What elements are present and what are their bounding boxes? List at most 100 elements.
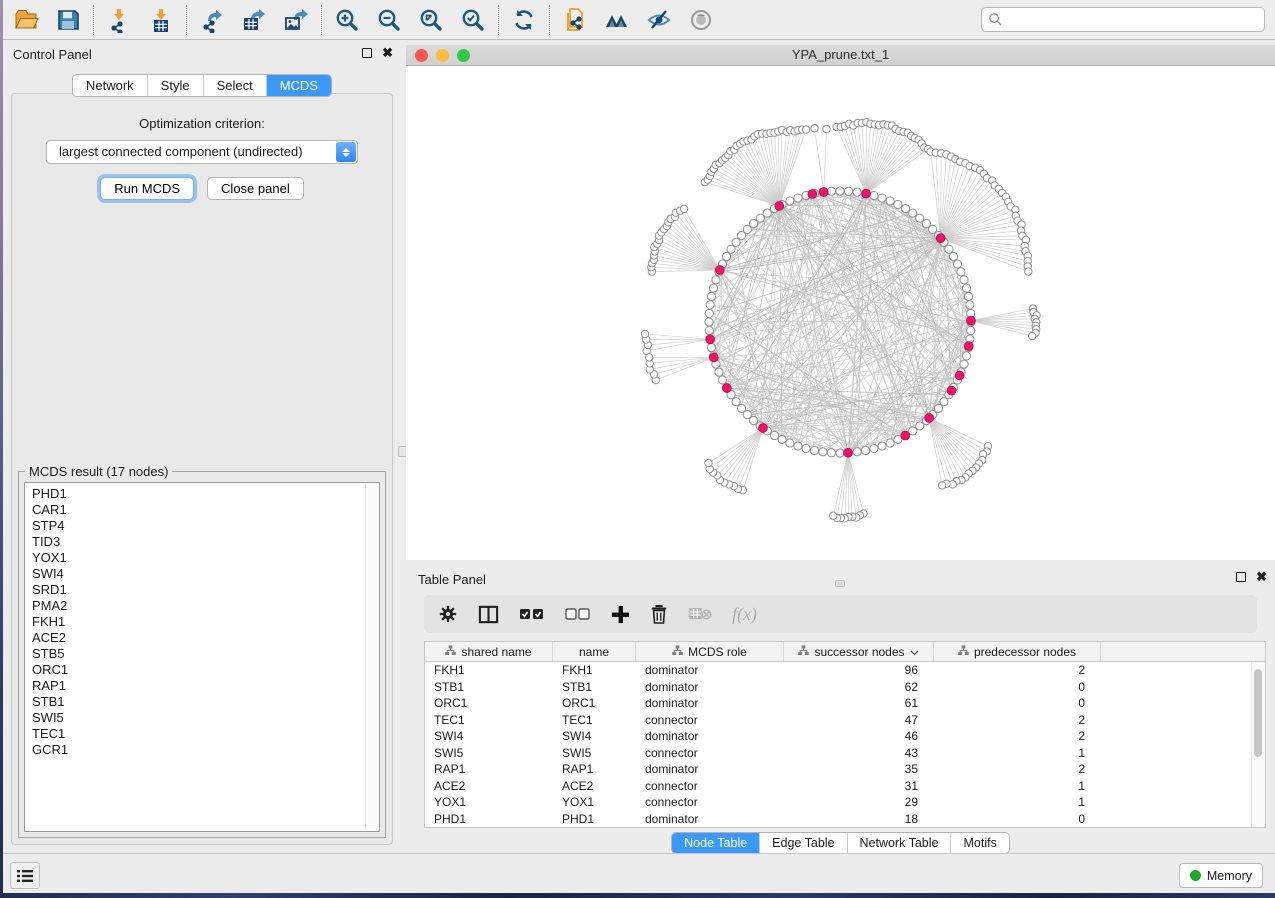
result-node-item[interactable]: SRD1 xyxy=(32,582,379,598)
table-row[interactable]: FKH1FKH1dominator962 xyxy=(425,662,1251,679)
optimization-criterion-select[interactable]: largest connected component (undirected) xyxy=(46,140,358,164)
table-row[interactable]: ORC1ORC1dominator610 xyxy=(425,695,1251,712)
ring-node[interactable] xyxy=(707,343,715,351)
result-node-item[interactable]: STB5 xyxy=(32,646,379,662)
result-node-item[interactable]: TEC1 xyxy=(32,726,379,742)
result-node-item[interactable]: TID3 xyxy=(32,534,379,550)
ring-node[interactable] xyxy=(853,188,861,196)
float-panel-icon[interactable] xyxy=(362,48,372,58)
result-node-item[interactable]: STB1 xyxy=(32,694,379,710)
mcds-hub-node[interactable] xyxy=(819,188,828,197)
tab-style[interactable]: Style xyxy=(147,75,203,96)
satellite-node[interactable] xyxy=(641,330,648,337)
show-all-icon[interactable] xyxy=(685,5,717,35)
ring-node[interactable] xyxy=(706,301,714,309)
delete-columns-icon[interactable] xyxy=(650,602,668,626)
result-node-item[interactable]: ACE2 xyxy=(32,630,379,646)
ring-node[interactable] xyxy=(705,326,713,334)
close-window-button[interactable] xyxy=(415,49,428,62)
column-header-predecessor-nodes[interactable]: predecessor nodes xyxy=(934,642,1101,661)
table-row[interactable]: PHD1PHD1dominator180 xyxy=(425,811,1251,828)
tab-edge-table[interactable]: Edge Table xyxy=(759,833,846,853)
ring-node[interactable] xyxy=(853,448,861,456)
ring-node[interactable] xyxy=(870,444,878,452)
ring-node[interactable] xyxy=(794,442,802,450)
ring-node[interactable] xyxy=(886,439,894,447)
ring-node[interactable] xyxy=(778,435,786,443)
ring-node[interactable] xyxy=(756,214,764,222)
satellite-node[interactable] xyxy=(811,125,818,132)
tab-mcds[interactable]: MCDS xyxy=(266,75,331,96)
table-row[interactable]: RAP1RAP1dominator352 xyxy=(425,761,1251,778)
result-node-item[interactable]: SWI5 xyxy=(32,710,379,726)
table-row[interactable]: TEC1TEC1connector472 xyxy=(425,712,1251,729)
ring-node[interactable] xyxy=(770,431,778,439)
mcds-hub-node[interactable] xyxy=(722,384,731,393)
column-header-name[interactable]: name xyxy=(553,642,636,661)
refresh-layout-icon[interactable] xyxy=(508,5,540,35)
result-node-item[interactable]: YOX1 xyxy=(32,550,379,566)
mcds-hub-node[interactable] xyxy=(964,342,973,351)
ring-node[interactable] xyxy=(878,194,886,202)
ring-node[interactable] xyxy=(763,209,771,217)
ring-node[interactable] xyxy=(916,422,924,430)
ring-node[interactable] xyxy=(712,276,720,284)
select-all-rows-icon[interactable] xyxy=(519,602,545,626)
ring-node[interactable] xyxy=(909,209,917,217)
ring-node[interactable] xyxy=(844,187,852,195)
ring-node[interactable] xyxy=(957,268,965,276)
maximize-window-button[interactable] xyxy=(457,49,470,62)
mcds-hub-node[interactable] xyxy=(955,371,964,380)
column-header-MCDS-role[interactable]: MCDS role xyxy=(636,642,784,661)
satellite-node[interactable] xyxy=(1028,332,1035,339)
result-node-item[interactable]: PMA2 xyxy=(32,598,379,614)
ring-node[interactable] xyxy=(886,197,894,205)
import-network-icon[interactable] xyxy=(103,5,135,35)
mcds-hub-node[interactable] xyxy=(844,448,853,457)
mcds-hub-node[interactable] xyxy=(925,414,934,423)
deselect-all-rows-icon[interactable] xyxy=(565,602,591,626)
save-session-icon[interactable] xyxy=(52,5,84,35)
table-scrollbar[interactable] xyxy=(1251,662,1265,827)
tab-select[interactable]: Select xyxy=(203,75,266,96)
mcds-hub-node[interactable] xyxy=(862,189,871,198)
ring-node[interactable] xyxy=(909,427,917,435)
result-node-item[interactable]: RAP1 xyxy=(32,678,379,694)
result-node-item[interactable]: PHD1 xyxy=(32,486,379,502)
ring-node[interactable] xyxy=(945,245,953,253)
ring-node[interactable] xyxy=(802,444,810,452)
ring-node[interactable] xyxy=(810,446,818,454)
close-panel-icon[interactable]: ✖ xyxy=(382,48,393,58)
close-panel-button[interactable]: Close panel xyxy=(207,177,304,200)
ring-node[interactable] xyxy=(962,284,970,292)
mcds-hub-node[interactable] xyxy=(967,316,976,325)
ring-node[interactable] xyxy=(966,301,974,309)
result-node-item[interactable]: ORC1 xyxy=(32,662,379,678)
mcds-hub-node[interactable] xyxy=(709,353,718,362)
ring-node[interactable] xyxy=(901,204,909,212)
satellite-node[interactable] xyxy=(802,126,809,133)
mcds-hub-node[interactable] xyxy=(936,234,945,243)
satellite-node[interactable] xyxy=(823,125,830,132)
ring-node[interactable] xyxy=(870,191,878,199)
ring-node[interactable] xyxy=(836,187,844,195)
ring-node[interactable] xyxy=(786,439,794,447)
result-node-item[interactable]: FKH1 xyxy=(32,614,379,630)
satellite-node[interactable] xyxy=(680,205,687,212)
hide-selected-icon[interactable] xyxy=(643,5,675,35)
mcds-hub-node[interactable] xyxy=(775,202,784,211)
ring-node[interactable] xyxy=(819,448,827,456)
mcds-hub-node[interactable] xyxy=(706,335,715,344)
zoom-out-icon[interactable] xyxy=(373,5,405,35)
satellite-node[interactable] xyxy=(1025,268,1032,275)
ring-node[interactable] xyxy=(894,200,902,208)
ring-node[interactable] xyxy=(827,449,835,457)
ring-node[interactable] xyxy=(836,449,844,457)
ring-node[interactable] xyxy=(960,276,968,284)
ring-node[interactable] xyxy=(878,442,886,450)
table-row[interactable]: STB1STB1dominator620 xyxy=(425,679,1251,696)
column-header-successor-nodes[interactable]: successor nodes xyxy=(784,642,934,661)
ring-node[interactable] xyxy=(953,260,961,268)
mcds-hub-node[interactable] xyxy=(901,431,910,440)
ring-node[interactable] xyxy=(794,194,802,202)
